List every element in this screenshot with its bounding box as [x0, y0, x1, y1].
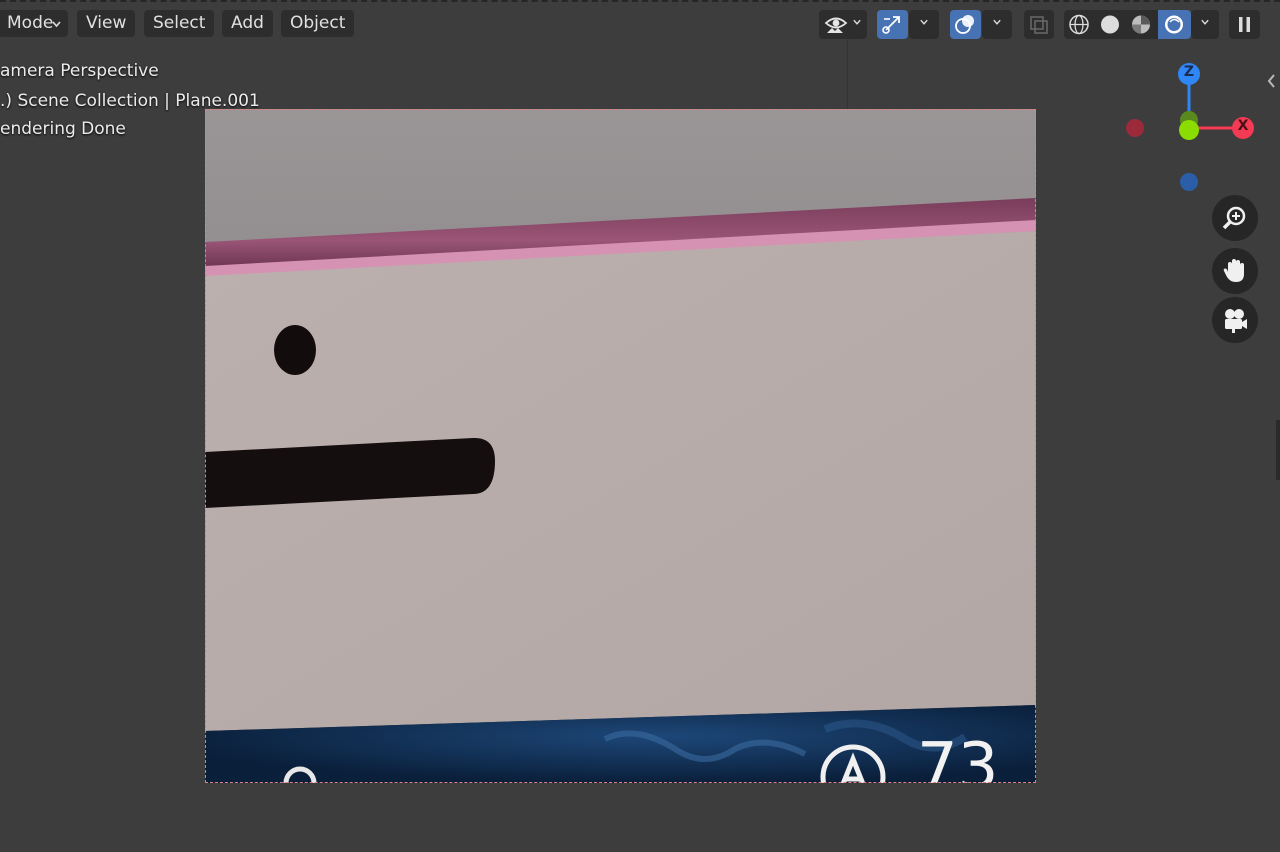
chevron-down-icon — [993, 19, 1001, 25]
chevron-down-icon — [853, 19, 861, 25]
solid-shading-button[interactable] — [1095, 10, 1126, 39]
solid-shading-icon — [1101, 15, 1119, 34]
render-image — [205, 109, 1036, 783]
render-status-text: endering Done — [0, 119, 126, 139]
gizmo-dropdown[interactable] — [909, 10, 939, 39]
pan-button[interactable] — [1212, 248, 1258, 294]
visibility-dropdown[interactable] — [819, 10, 867, 39]
camera-render-view[interactable]: 73 — [205, 109, 1036, 783]
camera-icon — [1225, 309, 1247, 333]
sidebar-toggle-icon[interactable] — [1264, 66, 1280, 96]
view-menu[interactable]: View — [77, 10, 136, 37]
zoom-button[interactable] — [1212, 195, 1258, 241]
gizmo-toggle[interactable] — [877, 10, 908, 39]
material-shading-icon — [1132, 15, 1150, 34]
region-edge — [1276, 420, 1280, 480]
pause-render-button[interactable] — [1229, 10, 1260, 39]
camera-view-button[interactable] — [1212, 297, 1258, 343]
hand-icon — [1223, 259, 1244, 282]
viewport-header: Mode View Select Add Object — [0, 6, 1280, 40]
negative-x-axis-dot[interactable] — [1126, 119, 1144, 137]
zoom-icon — [1222, 206, 1246, 230]
select-menu[interactable]: Select — [144, 10, 215, 37]
wireframe-shading-icon — [1069, 14, 1089, 35]
wireframe-shading-button[interactable] — [1064, 10, 1095, 39]
pause-icon — [1239, 17, 1250, 32]
gizmo-icon — [882, 16, 900, 34]
rendered-shading-button[interactable] — [1158, 10, 1191, 39]
overlay-dropdown[interactable] — [982, 10, 1012, 39]
rendered-shading-icon — [1165, 15, 1183, 34]
overlay-icon — [955, 15, 974, 34]
xray-toggle[interactable] — [1024, 10, 1054, 39]
chevron-down-icon — [920, 19, 928, 25]
material-shading-button[interactable] — [1126, 10, 1157, 39]
negative-z-axis-dot[interactable] — [1180, 173, 1198, 191]
mode-label: Mode — [7, 13, 54, 33]
shading-dropdown[interactable] — [1191, 10, 1219, 39]
mode-dropdown[interactable]: Mode — [0, 10, 68, 37]
y-axis-dot[interactable] — [1179, 120, 1199, 140]
overlay-toggle[interactable] — [950, 10, 981, 39]
shading-mode-group — [1064, 10, 1191, 39]
view-name-text: amera Perspective — [0, 61, 159, 81]
partial-number-text: 73 — [917, 730, 999, 783]
chevron-down-icon — [52, 21, 61, 28]
visibility-icon — [824, 17, 848, 33]
z-axis-label: Z — [1183, 64, 1195, 80]
xray-icon — [1030, 16, 1048, 34]
object-menu[interactable]: Object — [281, 10, 355, 37]
x-axis-label: X — [1237, 118, 1249, 134]
dot-shape — [274, 325, 316, 375]
collection-info-text: .) Scene Collection | Plane.001 — [0, 91, 260, 111]
add-menu[interactable]: Add — [222, 10, 273, 37]
chevron-down-icon — [1201, 19, 1209, 25]
